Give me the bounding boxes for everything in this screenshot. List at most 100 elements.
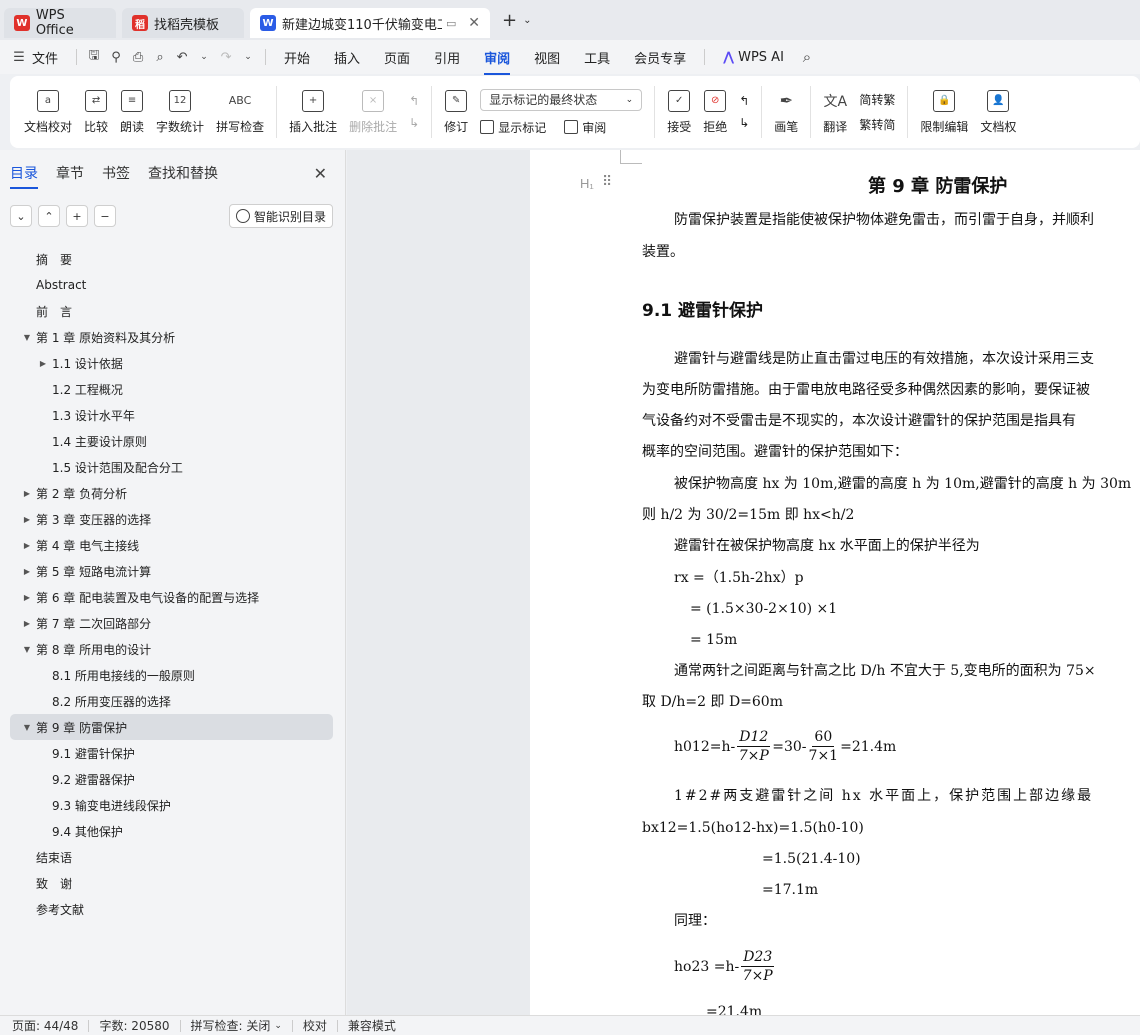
spell-check-button[interactable]: ABC 拼写检查 bbox=[210, 82, 270, 142]
monitor-icon[interactable]: ▭ bbox=[446, 17, 456, 30]
markup-state-select[interactable]: 显示标记的最终状态 ⌄ bbox=[480, 88, 643, 111]
drag-handle-icon[interactable]: ⠿ bbox=[602, 174, 612, 190]
doc-check-button[interactable]: a 文档校对 bbox=[18, 82, 78, 142]
hamburger-icon[interactable]: ☰ bbox=[8, 50, 30, 65]
toc-item[interactable]: ▶ 1.1 设计依据 bbox=[10, 350, 333, 376]
prev-revision-icon[interactable]: ↰ bbox=[739, 94, 749, 108]
tab-wps-office[interactable]: W WPS Office bbox=[4, 8, 116, 38]
review-pane-button[interactable]: 审阅 bbox=[582, 119, 606, 136]
chevron-down-icon[interactable]: ⌄ bbox=[274, 1021, 282, 1031]
menu-tools[interactable]: 工具 bbox=[572, 48, 622, 67]
menu-review[interactable]: 审阅 bbox=[472, 48, 522, 75]
undo-icon[interactable]: ↶ bbox=[171, 50, 193, 65]
toc-item[interactable]: 结束语 bbox=[10, 844, 333, 870]
add-icon[interactable]: + bbox=[66, 205, 88, 227]
toc-item[interactable]: ▼ 第 1 章 原始资料及其分析 bbox=[10, 324, 333, 350]
print-preview-icon[interactable]: ⌕ bbox=[149, 50, 171, 65]
caret-right-icon[interactable]: ▶ bbox=[36, 359, 50, 368]
caret-right-icon[interactable]: ▶ bbox=[20, 541, 34, 550]
accept-button[interactable]: ✓ 接受 bbox=[661, 82, 697, 142]
toc-item[interactable]: ▶ 第 6 章 配电装置及电气设备的配置与选择 bbox=[10, 584, 333, 610]
save-icon[interactable]: 🖫 bbox=[83, 46, 105, 68]
wps-ai-button[interactable]: ⋀ WPS AI bbox=[711, 50, 796, 65]
collapse-icon[interactable]: ⌃ bbox=[38, 205, 60, 227]
menu-start[interactable]: 开始 bbox=[272, 48, 322, 67]
caret-right-icon[interactable]: ▶ bbox=[20, 567, 34, 576]
toc-item[interactable]: 9.1 避雷针保护 bbox=[10, 740, 333, 766]
redo-icon[interactable]: ↷ bbox=[215, 50, 237, 65]
search-icon[interactable]: ⌕ bbox=[796, 48, 818, 66]
show-markup-button[interactable]: 显示标记 bbox=[498, 119, 546, 136]
tab-toc[interactable]: 目录 bbox=[10, 163, 38, 189]
page-indicator[interactable]: 页面: 44/48 bbox=[12, 1017, 78, 1034]
menu-file[interactable]: 文件 bbox=[30, 48, 70, 67]
pen-button[interactable]: ✒ 画笔 bbox=[768, 82, 804, 142]
insert-comment-button[interactable]: + 插入批注 bbox=[283, 82, 343, 142]
word-count-button[interactable]: 12 字数统计 bbox=[150, 82, 210, 142]
caret-right-icon[interactable]: ▶ bbox=[20, 489, 34, 498]
toc-item[interactable]: 致 谢 bbox=[10, 870, 333, 896]
to-simplified-button[interactable]: 繁转简 bbox=[859, 116, 895, 133]
chevron-down-icon[interactable]: ⌄ bbox=[193, 52, 215, 62]
translate-button[interactable]: 文A 翻译 bbox=[817, 82, 853, 142]
smart-toc-button[interactable]: 智能识别目录 bbox=[228, 204, 333, 228]
toc-item[interactable]: 参考文献 bbox=[10, 896, 333, 922]
toc-item[interactable]: 8.2 所用变压器的选择 bbox=[10, 688, 333, 714]
toc-item[interactable]: 摘 要 bbox=[10, 246, 333, 272]
menu-member[interactable]: 会员专享 bbox=[622, 48, 698, 67]
toc-item[interactable]: ▶ 第 3 章 变压器的选择 bbox=[10, 506, 333, 532]
heading-level-icon[interactable]: H₁ bbox=[580, 176, 594, 191]
proof-status[interactable]: 校对 bbox=[303, 1017, 327, 1034]
doc-permission-button[interactable]: 👤 文档权 bbox=[974, 82, 1022, 142]
toc-item[interactable]: ▶ 第 5 章 短路电流计算 bbox=[10, 558, 333, 584]
menu-page[interactable]: 页面 bbox=[372, 48, 422, 67]
caret-right-icon[interactable]: ▶ bbox=[20, 515, 34, 524]
expand-icon[interactable]: ⌄ bbox=[10, 205, 32, 227]
chevron-down-icon[interactable]: ⌄ bbox=[237, 52, 259, 62]
toc-item[interactable]: ▶ 第 2 章 负荷分析 bbox=[10, 480, 333, 506]
revise-button[interactable]: ✎ 修订 bbox=[438, 82, 474, 142]
caret-down-icon[interactable]: ▼ bbox=[20, 333, 34, 342]
tab-find-replace[interactable]: 查找和替换 bbox=[148, 163, 218, 183]
menu-insert[interactable]: 插入 bbox=[322, 48, 372, 67]
caret-down-icon[interactable]: ▼ bbox=[20, 645, 34, 654]
share-icon[interactable]: ⚲ bbox=[105, 50, 127, 65]
toc-item[interactable]: ▶ 第 4 章 电气主接线 bbox=[10, 532, 333, 558]
tab-bookmarks[interactable]: 书签 bbox=[102, 163, 130, 183]
toc-item[interactable]: Abstract bbox=[10, 272, 333, 298]
toc-item[interactable]: ▼ 第 9 章 防雷保护 bbox=[10, 714, 333, 740]
tab-sections[interactable]: 章节 bbox=[56, 163, 84, 183]
toc-item[interactable]: 8.1 所用电接线的一般原则 bbox=[10, 662, 333, 688]
new-tab-icon[interactable]: + bbox=[502, 10, 517, 31]
caret-right-icon[interactable]: ▶ bbox=[20, 619, 34, 628]
remove-icon[interactable]: − bbox=[94, 205, 116, 227]
tab-current-document[interactable]: W 新建边城变110千伏输变电工程 ▭ ✕ bbox=[250, 8, 490, 38]
print-icon[interactable]: ⎙ bbox=[127, 50, 149, 65]
tab-docer-templates[interactable]: 稻 找稻壳模板 bbox=[122, 8, 244, 38]
caret-down-icon[interactable]: ▼ bbox=[20, 723, 34, 732]
toc-item[interactable]: 9.3 输变电进线段保护 bbox=[10, 792, 333, 818]
menu-view[interactable]: 视图 bbox=[522, 48, 572, 67]
chevron-down-icon[interactable]: ⌄ bbox=[523, 15, 531, 26]
toc-item[interactable]: ▶ 第 7 章 二次回路部分 bbox=[10, 610, 333, 636]
toc-item[interactable]: 9.4 其他保护 bbox=[10, 818, 333, 844]
restrict-edit-button[interactable]: 🔒 限制编辑 bbox=[914, 82, 974, 142]
word-count-status[interactable]: 字数: 20580 bbox=[99, 1017, 169, 1034]
toc-item[interactable]: 1.5 设计范围及配合分工 bbox=[10, 454, 333, 480]
toc-item[interactable]: 1.2 工程概况 bbox=[10, 376, 333, 402]
menu-reference[interactable]: 引用 bbox=[422, 48, 472, 67]
close-icon[interactable]: ✕ bbox=[468, 15, 480, 31]
read-aloud-button[interactable]: ≡ 朗读 bbox=[114, 82, 150, 142]
prev-comment-icon[interactable]: ↰ bbox=[409, 94, 419, 108]
toc-item[interactable]: 1.3 设计水平年 bbox=[10, 402, 333, 428]
compare-button[interactable]: ⇄ 比较 bbox=[78, 82, 114, 142]
spell-check-status[interactable]: 拼写检查: 关闭 bbox=[191, 1017, 271, 1034]
delete-comment-button[interactable]: × 删除批注 bbox=[343, 82, 403, 142]
close-icon[interactable]: ✕ bbox=[314, 164, 327, 183]
toc-item[interactable]: 9.2 避雷器保护 bbox=[10, 766, 333, 792]
toc-item[interactable]: 前 言 bbox=[10, 298, 333, 324]
next-comment-icon[interactable]: ↳ bbox=[409, 116, 419, 130]
toc-item[interactable]: ▼ 第 8 章 所用电的设计 bbox=[10, 636, 333, 662]
to-traditional-button[interactable]: 简转繁 bbox=[859, 91, 895, 108]
caret-right-icon[interactable]: ▶ bbox=[20, 593, 34, 602]
